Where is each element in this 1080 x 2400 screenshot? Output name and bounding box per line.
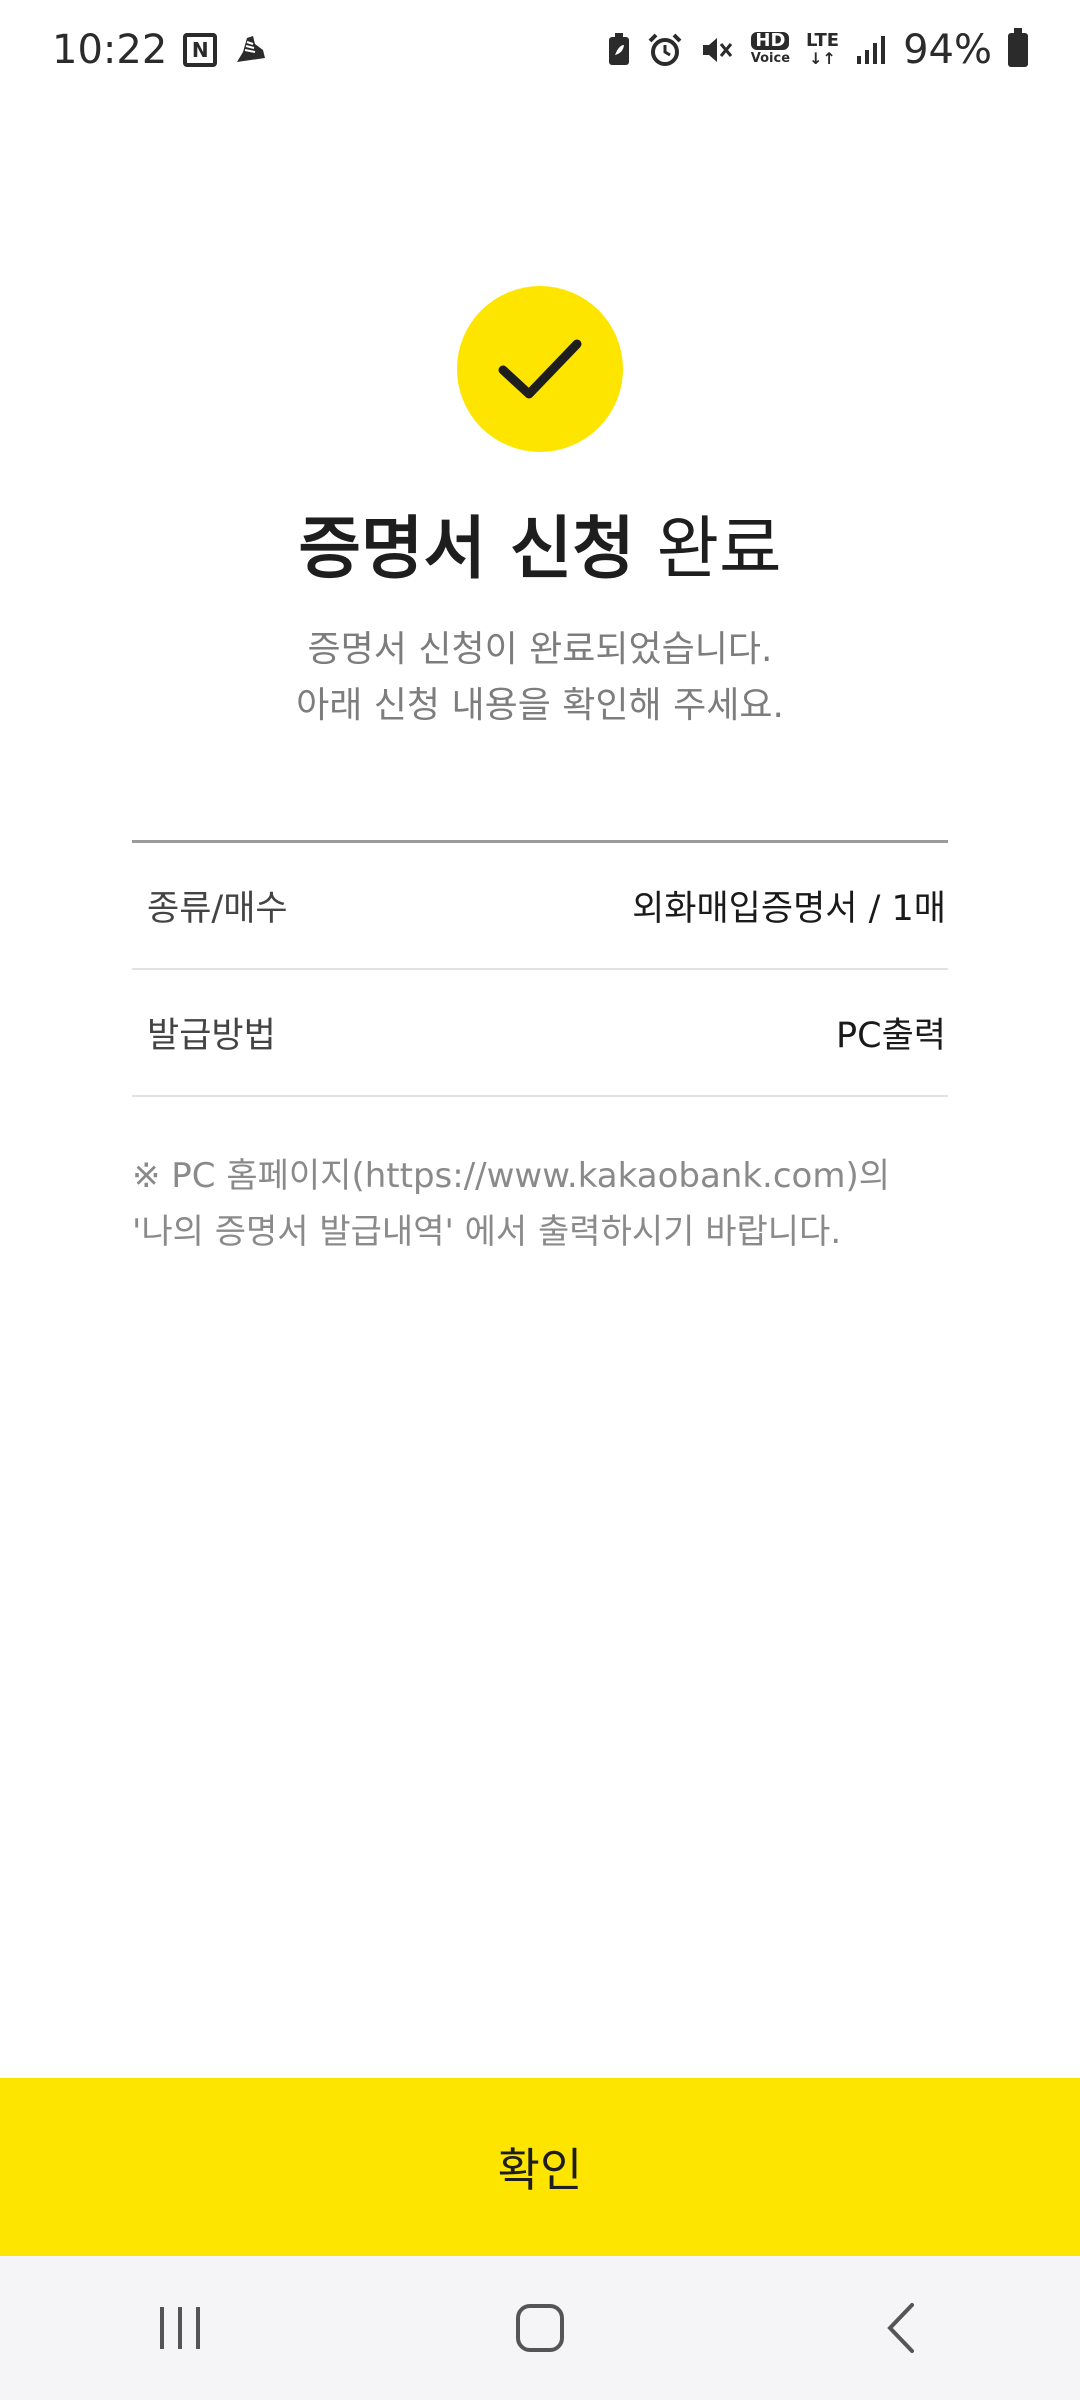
notice-line-1: ※ PC 홈페이지(https://www.kakaobank.com)의: [132, 1156, 890, 1196]
calendar-badge: N: [183, 33, 218, 67]
page-title-regular: 완료: [656, 510, 782, 589]
back-icon: [887, 2303, 914, 2353]
back-button[interactable]: [840, 2278, 960, 2378]
recent-apps-icon: [160, 2307, 200, 2349]
hd-voice-bottom: Voice: [750, 51, 791, 66]
battery-percent: 94%: [903, 27, 992, 73]
success-check-badge: [457, 286, 623, 452]
request-details-table: 종류/매수 외화매입증명서 / 1매 발급방법 PC출력: [132, 840, 948, 1097]
detail-row-issue-method: 발급방법 PC출력: [132, 970, 948, 1097]
status-bar: 10:22 N HD Voice LTE ↓↑ 94%: [0, 0, 1080, 100]
page-subtitle: 증명서 신청이 완료되었습니다. 아래 신청 내용을 확인해 주세요.: [0, 622, 1080, 734]
signal-icon: [855, 34, 887, 66]
detail-label: 종류/매수: [147, 889, 288, 929]
battery-saver-icon: [607, 33, 631, 67]
confirm-button[interactable]: 확인: [0, 2078, 1080, 2256]
status-right: HD Voice LTE ↓↑ 94%: [607, 27, 1028, 73]
detail-value: PC출력: [836, 1016, 946, 1056]
lte-icon: LTE ↓↑: [806, 32, 839, 68]
recent-apps-button[interactable]: [120, 2278, 240, 2378]
notice-line-2: '나의 증명서 발급내역' 에서 출력하시기 바랍니다.: [132, 1212, 842, 1252]
lte-label: LTE: [806, 30, 840, 51]
running-shoe-icon: [233, 32, 269, 68]
detail-value: 외화매입증명서 / 1매: [632, 889, 946, 929]
screen: 10:22 N HD Voice LTE ↓↑ 94% 증명서 신청 완료 증명…: [0, 0, 1080, 2400]
mute-icon: [699, 32, 735, 68]
subtitle-line-1: 증명서 신청이 완료되었습니다.: [307, 629, 773, 670]
home-icon: [516, 2304, 564, 2352]
status-time: 10:22: [52, 27, 168, 73]
checkmark-icon: [498, 339, 582, 399]
lte-arrows: ↓↑: [809, 49, 836, 68]
hd-voice-icon: HD Voice: [751, 32, 790, 68]
subtitle-line-2: 아래 신청 내용을 확인해 주세요.: [296, 685, 784, 726]
page-title-bold: 증명서 신청: [298, 510, 635, 589]
alarm-icon: [647, 32, 683, 68]
battery-icon: [1008, 28, 1028, 67]
status-left: 10:22 N: [52, 27, 269, 73]
detail-row-type-count: 종류/매수 외화매입증명서 / 1매: [132, 843, 948, 970]
page-title: 증명서 신청 완료: [0, 505, 1080, 595]
system-navigation-bar: [0, 2256, 1080, 2400]
home-button[interactable]: [480, 2278, 600, 2378]
hd-voice-top: HD: [751, 32, 790, 50]
calendar-icon: N: [183, 33, 218, 67]
notice-text: ※ PC 홈페이지(https://www.kakaobank.com)의 '나…: [132, 1148, 962, 1260]
detail-label: 발급방법: [147, 1016, 276, 1056]
